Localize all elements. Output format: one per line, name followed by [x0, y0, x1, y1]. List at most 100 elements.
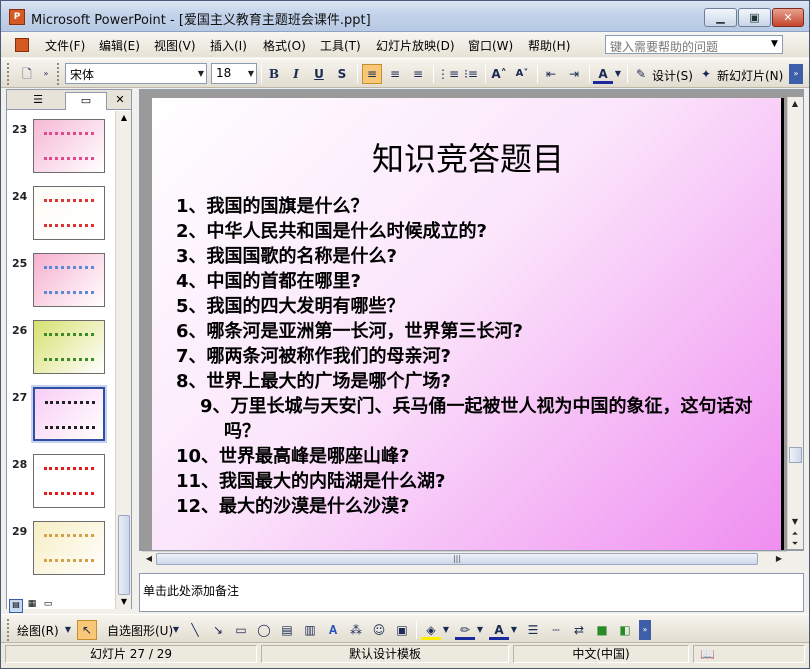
- decrease-font-icon[interactable]: A˅: [512, 64, 532, 84]
- autoshapes-button[interactable]: 自选图形(U): [107, 622, 173, 639]
- scroll-down-icon[interactable]: ▼: [118, 597, 130, 607]
- font-size-combo[interactable]: 18 ▼: [211, 63, 257, 84]
- quiz-question[interactable]: 12、最大的沙漠是什么沙漠?: [176, 494, 410, 519]
- toolbar-grip[interactable]: [7, 63, 11, 85]
- notes-placeholder[interactable]: 单击此处添加备注: [143, 582, 239, 599]
- chevron-down-icon[interactable]: ▼: [509, 620, 519, 640]
- menu-view[interactable]: 视图(V): [154, 37, 196, 54]
- normal-view-icon[interactable]: ▤: [9, 599, 23, 613]
- oval-icon[interactable]: ◯: [254, 620, 274, 640]
- previous-slide-icon[interactable]: ⏶: [788, 529, 802, 539]
- font-name-combo[interactable]: 宋体 ▼: [65, 63, 207, 84]
- scrollbar-thumb[interactable]: |||: [156, 553, 758, 565]
- slide-thumbnail[interactable]: [33, 320, 105, 374]
- slide-thumbnail-row[interactable]: 29: [7, 521, 115, 587]
- quiz-question[interactable]: 11、我国最大的内陆湖是什么湖?: [176, 469, 446, 494]
- slide-thumbnail-row[interactable]: 23: [7, 119, 115, 185]
- slide-thumbnail[interactable]: [33, 454, 105, 508]
- slide-thumbnail-row[interactable]: 24: [7, 186, 115, 252]
- quiz-question[interactable]: 5、我国的四大发明有哪些？: [176, 294, 405, 319]
- help-dropdown-icon[interactable]: ▼: [771, 39, 781, 49]
- align-center-icon[interactable]: ≡: [385, 64, 405, 84]
- new-slide-button[interactable]: 新幻灯片(N): [717, 67, 783, 84]
- menu-window[interactable]: 窗口(W): [468, 37, 513, 54]
- scroll-right-icon[interactable]: ▶: [772, 554, 786, 563]
- menu-file[interactable]: 文件(F): [45, 37, 85, 54]
- slide-thumbnail-row[interactable]: 26: [7, 320, 115, 386]
- picture-icon[interactable]: ▣: [392, 620, 412, 640]
- quiz-question[interactable]: 6、哪条河是亚洲第一长河，世界第三长河?: [176, 319, 523, 344]
- quiz-question[interactable]: 9、万里长城与天安门、兵马俑一起被世人视为中国的象征，这句话对吗？: [200, 394, 786, 444]
- slide-vertical-scrollbar[interactable]: ▲ ▼ ⏶ ⏷: [787, 97, 803, 549]
- scroll-left-icon[interactable]: ◀: [142, 554, 156, 563]
- shadow-button[interactable]: S: [332, 64, 352, 84]
- quiz-question[interactable]: 3、我国国歌的名称是什么?: [176, 244, 397, 269]
- line-color-icon[interactable]: ✏: [455, 620, 475, 640]
- dash-style-icon[interactable]: ┄: [546, 620, 566, 640]
- arrow-icon[interactable]: ↘: [208, 620, 228, 640]
- quiz-question[interactable]: 8、世界上最大的广场是哪个广场?: [176, 369, 451, 394]
- next-slide-icon[interactable]: ⏷: [788, 539, 802, 549]
- help-search-input[interactable]: 键入需要帮助的问题: [605, 35, 783, 54]
- close-button[interactable]: ✕: [772, 8, 804, 27]
- draw-menu-button[interactable]: 绘图(R): [17, 622, 59, 639]
- scroll-up-icon[interactable]: ▲: [788, 99, 802, 108]
- increase-font-icon[interactable]: A˄: [489, 64, 509, 84]
- slide-thumbnail-row[interactable]: 28: [7, 454, 115, 520]
- menu-edit[interactable]: 编辑(E): [99, 37, 140, 54]
- spelling-status-icon[interactable]: 📖: [693, 645, 805, 663]
- decrease-indent-icon[interactable]: ⇤: [541, 64, 561, 84]
- line-icon[interactable]: ╲: [185, 620, 205, 640]
- menu-tools[interactable]: 工具(T): [320, 37, 361, 54]
- slide-thumbnail[interactable]: [33, 521, 105, 575]
- tab-outline[interactable]: ☰: [11, 92, 65, 110]
- increase-indent-icon[interactable]: ⇥: [564, 64, 584, 84]
- fill-color-icon[interactable]: ◈: [421, 620, 441, 640]
- slide-thumbnail[interactable]: [33, 253, 105, 307]
- rectangle-icon[interactable]: ▭: [231, 620, 251, 640]
- slide-title[interactable]: 知识竞答题目: [152, 134, 784, 180]
- 3d-style-icon[interactable]: ◧: [615, 620, 635, 640]
- current-slide[interactable]: 知识竞答题目 1、我国的国旗是什么？ 2、中华人民共和国是什么时候成立的? 3、我国…: [152, 98, 784, 550]
- toolbar-grip[interactable]: [57, 63, 61, 85]
- scrollbar-thumb[interactable]: [118, 515, 130, 595]
- wordart-icon[interactable]: 𝐀: [323, 620, 343, 640]
- chevron-down-icon[interactable]: ▼: [63, 620, 73, 640]
- slide-thumbnail[interactable]: [33, 119, 105, 173]
- quiz-question[interactable]: 4、中国的首都在哪里?: [176, 269, 361, 294]
- toolbar-options-icon[interactable]: »: [639, 620, 651, 640]
- slide-sorter-icon[interactable]: ▦: [25, 599, 39, 613]
- underline-button[interactable]: U: [309, 64, 329, 84]
- maximize-button[interactable]: ▣: [738, 8, 771, 27]
- quiz-question[interactable]: 2、中华人民共和国是什么时候成立的?: [176, 219, 487, 244]
- slide-thumbnail[interactable]: [33, 186, 105, 240]
- toolbar-options-icon[interactable]: »: [789, 64, 803, 84]
- scroll-up-icon[interactable]: ▲: [118, 113, 130, 123]
- numbering-icon[interactable]: ⋮≡: [437, 64, 459, 84]
- menu-insert[interactable]: 插入(I): [210, 37, 247, 54]
- chevron-down-icon[interactable]: ▼: [171, 620, 181, 640]
- chevron-down-icon[interactable]: ▼: [475, 620, 485, 640]
- design-button[interactable]: 设计(S): [652, 67, 693, 84]
- line-style-icon[interactable]: ☰: [523, 620, 543, 640]
- thumbnail-scrollbar[interactable]: ▲ ▼: [115, 111, 131, 609]
- document-icon[interactable]: [15, 38, 29, 52]
- toolbar-options-icon[interactable]: »: [39, 64, 53, 84]
- close-pane-icon[interactable]: ✕: [111, 92, 129, 110]
- align-right-icon[interactable]: ≡: [408, 64, 428, 84]
- slide-horizontal-scrollbar[interactable]: ◀ ||| ▶: [142, 551, 787, 565]
- menu-slideshow[interactable]: 幻灯片放映(D): [376, 37, 455, 54]
- tab-slides[interactable]: ▭: [65, 92, 107, 110]
- shadow-style-icon[interactable]: ■: [592, 620, 612, 640]
- font-color-icon[interactable]: A: [489, 620, 509, 640]
- quiz-question[interactable]: 10、世界最高峰是哪座山峰?: [176, 444, 410, 469]
- diagram-icon[interactable]: ⁂: [346, 620, 366, 640]
- slideshow-icon[interactable]: ▭: [41, 599, 55, 613]
- clipart-icon[interactable]: ☺: [369, 620, 389, 640]
- scroll-down-icon[interactable]: ▼: [788, 517, 802, 526]
- quiz-question[interactable]: 7、哪两条河被称作我们的母亲河?: [176, 344, 451, 369]
- italic-button[interactable]: I: [286, 64, 306, 84]
- chevron-down-icon[interactable]: ▼: [441, 620, 451, 640]
- menu-help[interactable]: 帮助(H): [528, 37, 570, 54]
- chevron-down-icon[interactable]: ▼: [198, 69, 204, 78]
